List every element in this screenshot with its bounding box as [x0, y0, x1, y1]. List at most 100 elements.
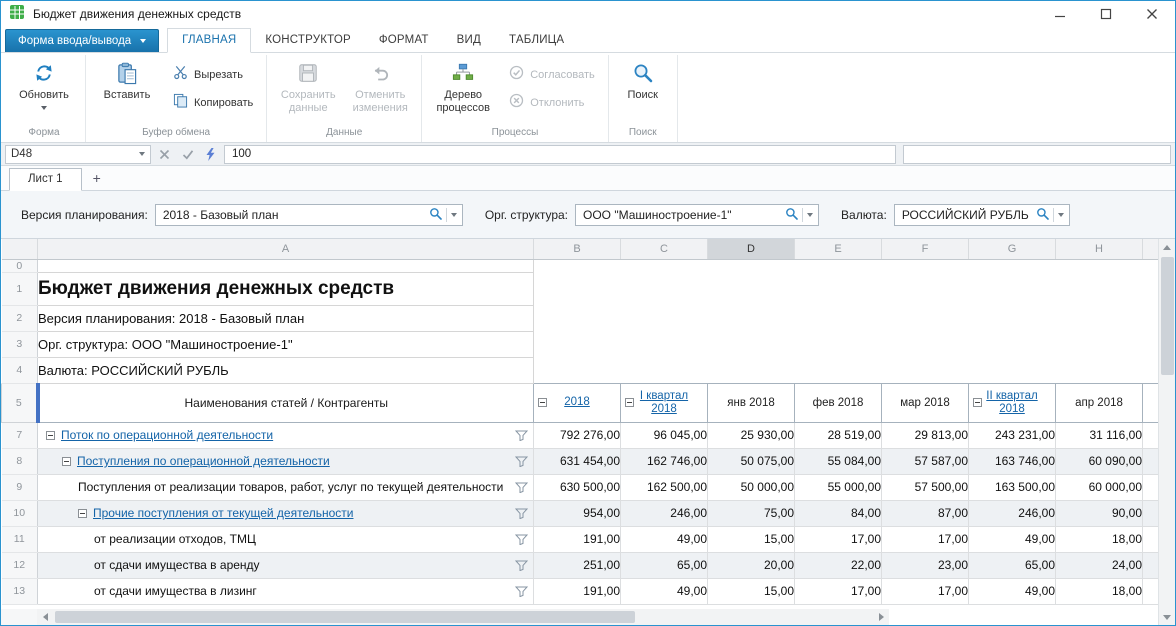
value-cell-10-G[interactable]: 246,00: [969, 500, 1056, 526]
value-cell-9-B[interactable]: 630 500,00: [534, 474, 621, 500]
value-cell-13-C[interactable]: 49,00: [621, 578, 708, 604]
row-number-13[interactable]: 13: [2, 578, 38, 604]
row-number-7[interactable]: 7: [2, 422, 38, 448]
maximize-button[interactable]: [1083, 1, 1129, 27]
value-cell-13-D[interactable]: 15,00: [708, 578, 795, 604]
row-number-12[interactable]: 12: [2, 552, 38, 578]
column-header-E[interactable]: E: [795, 239, 882, 259]
item-cell-11[interactable]: от реализации отходов, ТМЦ: [38, 526, 534, 552]
save-data-button[interactable]: Сохранить данные: [272, 56, 344, 120]
filter-funnel-icon[interactable]: [515, 560, 528, 571]
undo-changes-button[interactable]: Отменить изменения: [344, 56, 416, 120]
value-cell-12-B[interactable]: 251,00: [534, 552, 621, 578]
value-cell-10-D[interactable]: 75,00: [708, 500, 795, 526]
cell-name-box[interactable]: D48: [5, 145, 151, 164]
value-cell-8-G[interactable]: 163 746,00: [969, 448, 1056, 474]
value-cell-7-D[interactable]: 25 930,00: [708, 422, 795, 448]
value-cell-12-C[interactable]: 65,00: [621, 552, 708, 578]
row-number-10[interactable]: 10: [2, 500, 38, 526]
period-header-4[interactable]: мар 2018: [882, 383, 969, 422]
cancel-entry-icon[interactable]: [155, 145, 174, 164]
value-cell-13-B[interactable]: 191,00: [534, 578, 621, 604]
value-cell-10-C[interactable]: 246,00: [621, 500, 708, 526]
value-cell-7-C[interactable]: 96 045,00: [621, 422, 708, 448]
item-cell-10[interactable]: Прочие поступления от текущей деятельнос…: [38, 500, 534, 526]
period-header-0[interactable]: 2018: [534, 383, 621, 422]
value-cell-8-C[interactable]: 162 746,00: [621, 448, 708, 474]
row-number-5[interactable]: 5: [2, 383, 38, 422]
cut-button[interactable]: Вырезать: [167, 64, 259, 86]
scroll-right-arrow[interactable]: [873, 609, 889, 625]
row-number-9[interactable]: 9: [2, 474, 38, 500]
item-cell-7[interactable]: Поток по операционной деятельности: [38, 422, 534, 448]
cell-A0[interactable]: [38, 259, 534, 272]
row-number-2[interactable]: 2: [2, 305, 38, 331]
value-cell-7-E[interactable]: 28 519,00: [795, 422, 882, 448]
scroll-down-arrow[interactable]: [1159, 609, 1175, 625]
statement-names-header[interactable]: Наименования статей / Контрагенты: [38, 383, 534, 422]
horizontal-scroll-thumb[interactable]: [55, 611, 635, 623]
collapse-icon[interactable]: [46, 431, 55, 440]
tab-constructor[interactable]: КОНСТРУКТОР: [251, 29, 365, 52]
tab-main[interactable]: ГЛАВНАЯ: [167, 28, 251, 53]
value-cell-12-D[interactable]: 20,00: [708, 552, 795, 578]
tab-format[interactable]: ФОРМАТ: [365, 29, 443, 52]
formula-input[interactable]: 100: [224, 145, 896, 164]
value-cell-11-F[interactable]: 17,00: [882, 526, 969, 552]
select-all-corner[interactable]: [2, 239, 38, 259]
value-cell-10-F[interactable]: 87,00: [882, 500, 969, 526]
cell-A2[interactable]: Версия планирования: 2018 - Базовый план: [38, 305, 534, 331]
scroll-up-arrow[interactable]: [1159, 239, 1175, 255]
value-cell-8-H[interactable]: 60 090,00: [1056, 448, 1143, 474]
horizontal-scrollbar[interactable]: [37, 609, 889, 625]
value-cell-12-F[interactable]: 23,00: [882, 552, 969, 578]
close-button[interactable]: [1129, 1, 1175, 27]
search-icon[interactable]: [785, 207, 798, 223]
row-number-1[interactable]: 1: [2, 272, 38, 305]
column-header-A[interactable]: A: [38, 239, 534, 259]
version-plan-field[interactable]: 2018 - Базовый план: [155, 204, 463, 226]
value-cell-11-B[interactable]: 191,00: [534, 526, 621, 552]
value-cell-11-G[interactable]: 49,00: [969, 526, 1056, 552]
value-cell-10-H[interactable]: 90,00: [1056, 500, 1143, 526]
value-cell-13-G[interactable]: 49,00: [969, 578, 1056, 604]
io-form-menu-button[interactable]: Форма ввода/вывода: [5, 29, 159, 52]
filter-funnel-icon[interactable]: [515, 534, 528, 545]
value-cell-10-E[interactable]: 84,00: [795, 500, 882, 526]
value-cell-13-E[interactable]: 17,00: [795, 578, 882, 604]
row-number-0[interactable]: 0: [2, 259, 38, 272]
column-header-B[interactable]: B: [534, 239, 621, 259]
process-tree-button[interactable]: Дерево процессов: [427, 56, 499, 120]
column-header-G[interactable]: G: [969, 239, 1056, 259]
collapse-icon[interactable]: [538, 398, 547, 407]
value-cell-11-D[interactable]: 15,00: [708, 526, 795, 552]
minimize-button[interactable]: [1037, 1, 1083, 27]
add-sheet-button[interactable]: +: [84, 168, 110, 190]
sheet-tab-list1[interactable]: Лист 1: [9, 168, 82, 191]
value-cell-8-B[interactable]: 631 454,00: [534, 448, 621, 474]
copy-button[interactable]: Копировать: [167, 92, 259, 114]
collapse-icon[interactable]: [62, 457, 71, 466]
column-header-H[interactable]: H: [1056, 239, 1143, 259]
scroll-left-arrow[interactable]: [37, 609, 53, 625]
period-header-2[interactable]: янв 2018: [708, 383, 795, 422]
value-cell-11-E[interactable]: 17,00: [795, 526, 882, 552]
refresh-button[interactable]: Обновить: [8, 56, 80, 120]
column-header-F[interactable]: F: [882, 239, 969, 259]
filter-funnel-icon[interactable]: [515, 586, 528, 597]
row-number-8[interactable]: 8: [2, 448, 38, 474]
cell-A4[interactable]: Валюта: РОССИЙСКИЙ РУБЛЬ: [38, 357, 534, 383]
value-cell-10-B[interactable]: 954,00: [534, 500, 621, 526]
value-cell-7-G[interactable]: 243 231,00: [969, 422, 1056, 448]
vertical-scroll-track[interactable]: [1159, 255, 1175, 609]
period-header-5[interactable]: II квартал 2018: [969, 383, 1056, 422]
filter-funnel-icon[interactable]: [515, 430, 528, 441]
org-structure-field[interactable]: ООО "Машиностроение-1": [575, 204, 819, 226]
chevron-down-icon[interactable]: [1058, 213, 1064, 217]
item-cell-8[interactable]: Поступления по операционной деятельности: [38, 448, 534, 474]
item-cell-12[interactable]: от сдачи имущества в аренду: [38, 552, 534, 578]
value-cell-12-E[interactable]: 22,00: [795, 552, 882, 578]
tab-view[interactable]: ВИД: [443, 29, 495, 52]
value-cell-9-G[interactable]: 163 500,00: [969, 474, 1056, 500]
filter-funnel-icon[interactable]: [515, 508, 528, 519]
